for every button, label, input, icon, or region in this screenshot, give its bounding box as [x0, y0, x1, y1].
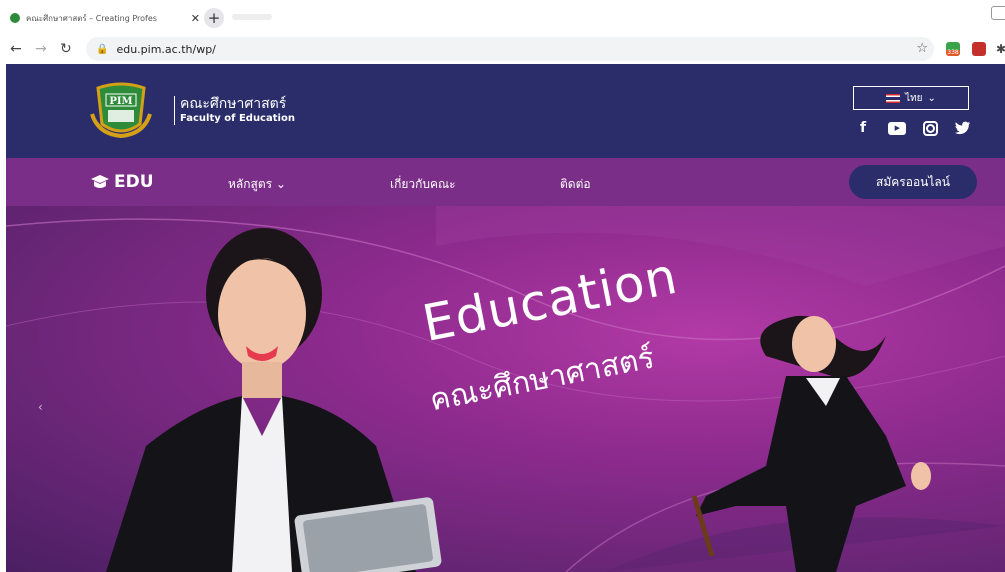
apply-online-button[interactable]: สมัครออนไลน์	[849, 165, 977, 199]
social-links: f ▶	[854, 119, 972, 137]
nav-item-contact[interactable]: ติดต่อ	[560, 175, 591, 194]
browser-window: คณะศึกษาศาสตร์ – Creating Profes ✕ + ← →…	[0, 0, 1005, 572]
brand-english: Faculty of Education	[180, 113, 295, 124]
browser-tab[interactable]: คณะศึกษาศาสตร์ – Creating Profes ✕	[10, 6, 200, 30]
logo-text: PIM	[109, 96, 132, 107]
extensions-puzzle-icon[interactable]: ✱	[996, 42, 1005, 56]
youtube-icon[interactable]: ▶	[888, 121, 907, 135]
tab-strip: คณะศึกษาศาสตร์ – Creating Profes ✕ +	[0, 0, 1005, 34]
pim-logo[interactable]: PIM	[88, 80, 154, 138]
extension-icon[interactable]: 338	[946, 42, 960, 56]
instagram-icon[interactable]	[922, 120, 938, 136]
site-header: PIM คณะศึกษาศาสตร์ Faculty of Education …	[6, 64, 1005, 158]
main-nav: EDU หลักสูตร ⌄ เกี่ยวกับคณะ ติดต่อ สมัคร…	[6, 158, 1005, 206]
lock-icon: 🔒	[96, 43, 109, 55]
favicon-icon	[10, 13, 20, 23]
thai-flag-icon	[886, 93, 901, 103]
nav-item-about[interactable]: เกี่ยวกับคณะ	[390, 175, 456, 194]
browser-toolbar: ← → ↻ 🔒 edu.pim.ac.th/wp/ ☆ 338 ✱	[0, 34, 1005, 64]
background-tab[interactable]	[232, 14, 272, 20]
address-bar[interactable]: 🔒 edu.pim.ac.th/wp/ ☆	[86, 37, 934, 61]
window-control-icon[interactable]	[991, 6, 1005, 20]
chevron-down-icon: ⌄	[927, 92, 936, 104]
twitter-icon[interactable]	[954, 119, 972, 137]
brand-title[interactable]: คณะศึกษาศาสตร์ Faculty of Education	[174, 96, 295, 125]
edu-home-link[interactable]: EDU	[90, 172, 154, 192]
slider-prev-icon[interactable]: ‹	[38, 400, 43, 414]
language-selector[interactable]: ไทย ⌄	[853, 86, 969, 110]
star-icon[interactable]: ☆	[916, 41, 928, 56]
student-woman-left	[106, 228, 442, 572]
close-tab-icon[interactable]: ✕	[191, 12, 200, 25]
extension-badge: 338	[946, 49, 960, 56]
brand-thai: คณะศึกษาศาสตร์	[180, 96, 287, 112]
url-text: edu.pim.ac.th/wp/	[116, 42, 216, 56]
pdf-extension-icon[interactable]	[972, 42, 986, 56]
language-label: ไทย	[905, 92, 923, 104]
forward-icon[interactable]: →	[35, 41, 47, 57]
reload-icon[interactable]: ↻	[60, 41, 72, 57]
facebook-icon[interactable]: f	[854, 119, 872, 137]
new-tab-button[interactable]: +	[204, 8, 224, 28]
nav-item-courses[interactable]: หลักสูตร ⌄	[228, 175, 286, 194]
edu-label: EDU	[114, 172, 154, 192]
graduation-cap-icon	[91, 175, 109, 188]
tab-title: คณะศึกษาศาสตร์ – Creating Profes	[26, 13, 157, 23]
back-icon[interactable]: ←	[10, 41, 22, 57]
